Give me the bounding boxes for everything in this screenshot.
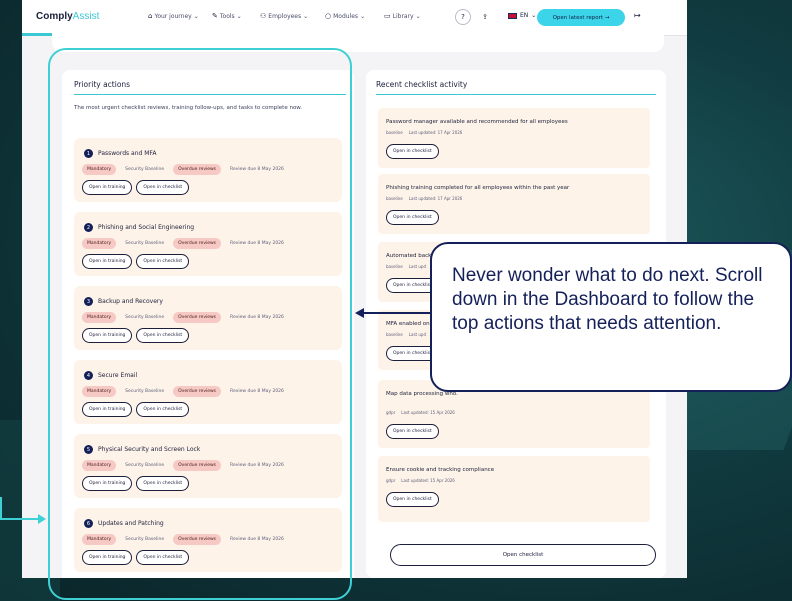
arrow-head-icon bbox=[355, 308, 364, 318]
tutorial-callout: Never wonder what to do next. Scroll dow… bbox=[430, 242, 792, 392]
language-selector[interactable]: EN ⌄ bbox=[508, 12, 536, 19]
pointer-line bbox=[0, 497, 2, 519]
chevron-down-icon: ⌄ bbox=[303, 12, 309, 20]
callout-text: Never wonder what to do next. Scroll dow… bbox=[452, 265, 763, 334]
uk-flag-icon bbox=[508, 12, 517, 19]
activity-meta: baseline Last updated: 17 Apr 2026 bbox=[386, 196, 463, 201]
nav-modules[interactable]: ○ Modules ⌄ bbox=[325, 12, 365, 20]
activity-meta: baseline Last updated: 17 Apr 2026 bbox=[386, 130, 463, 135]
help-button[interactable]: ? bbox=[455, 9, 471, 25]
recent-activity-item: Phishing training completed for all empl… bbox=[378, 174, 650, 234]
activity-title: Ensure cookie and tracking compliance bbox=[386, 467, 495, 473]
open-in-checklist-button[interactable]: Open in checklist bbox=[386, 492, 439, 507]
divider bbox=[376, 94, 656, 95]
nav-employees[interactable]: ⚇ Employees ⌄ bbox=[260, 12, 308, 20]
activity-title: Password manager available and recommend… bbox=[386, 119, 568, 125]
nav-your-journey[interactable]: ⌂ Your journey ⌄ bbox=[148, 12, 199, 20]
chevron-down-icon: ⌄ bbox=[236, 12, 242, 20]
recent-activity-item: Ensure cookie and tracking compliance gd… bbox=[378, 456, 650, 522]
activity-meta: baseline Last upd bbox=[386, 332, 426, 337]
chevron-down-icon: ⌄ bbox=[415, 12, 421, 20]
logout-icon[interactable]: ↦ bbox=[634, 11, 641, 20]
modules-icon: ○ bbox=[325, 12, 332, 20]
nav-tools[interactable]: ✎ Tools ⌄ bbox=[212, 12, 242, 20]
chevron-down-icon: ⌄ bbox=[531, 12, 537, 19]
open-in-checklist-button[interactable]: Open in checklist bbox=[386, 144, 439, 159]
activity-meta: gdpr Last updated: 15 Apr 2026 bbox=[386, 478, 455, 483]
home-icon: ⌂ bbox=[148, 12, 153, 20]
people-icon: ⚇ bbox=[260, 12, 267, 20]
nav-library[interactable]: ▭ Library ⌄ bbox=[384, 12, 421, 20]
open-latest-report-button[interactable]: Open latest report → bbox=[537, 9, 625, 26]
open-in-checklist-button[interactable]: Open in checklist bbox=[386, 210, 439, 225]
book-icon: ▭ bbox=[384, 12, 391, 20]
wrench-icon: ✎ bbox=[212, 12, 218, 20]
app-logo[interactable]: ComplyAssist bbox=[36, 11, 99, 22]
pointer-line bbox=[0, 518, 40, 520]
chevron-down-icon: ⌄ bbox=[360, 12, 366, 20]
upload-icon[interactable]: ⇪ bbox=[477, 9, 493, 25]
activity-meta: gdpr Last updated: 15 Apr 2026 bbox=[386, 410, 455, 415]
recent-activity-title: Recent checklist activity bbox=[376, 80, 468, 89]
open-checklist-button[interactable]: Open checklist bbox=[390, 544, 656, 566]
open-in-checklist-button[interactable]: Open in checklist bbox=[386, 424, 439, 439]
callout-arrow bbox=[362, 312, 430, 314]
activity-meta: baseline Last upd bbox=[386, 264, 426, 269]
activity-title: Phishing training completed for all empl… bbox=[386, 185, 570, 191]
recent-activity-item: Password manager available and recommend… bbox=[378, 108, 650, 168]
chevron-down-icon: ⌄ bbox=[193, 12, 199, 20]
priority-actions-highlight bbox=[48, 48, 352, 600]
arrow-head-icon bbox=[38, 514, 46, 524]
